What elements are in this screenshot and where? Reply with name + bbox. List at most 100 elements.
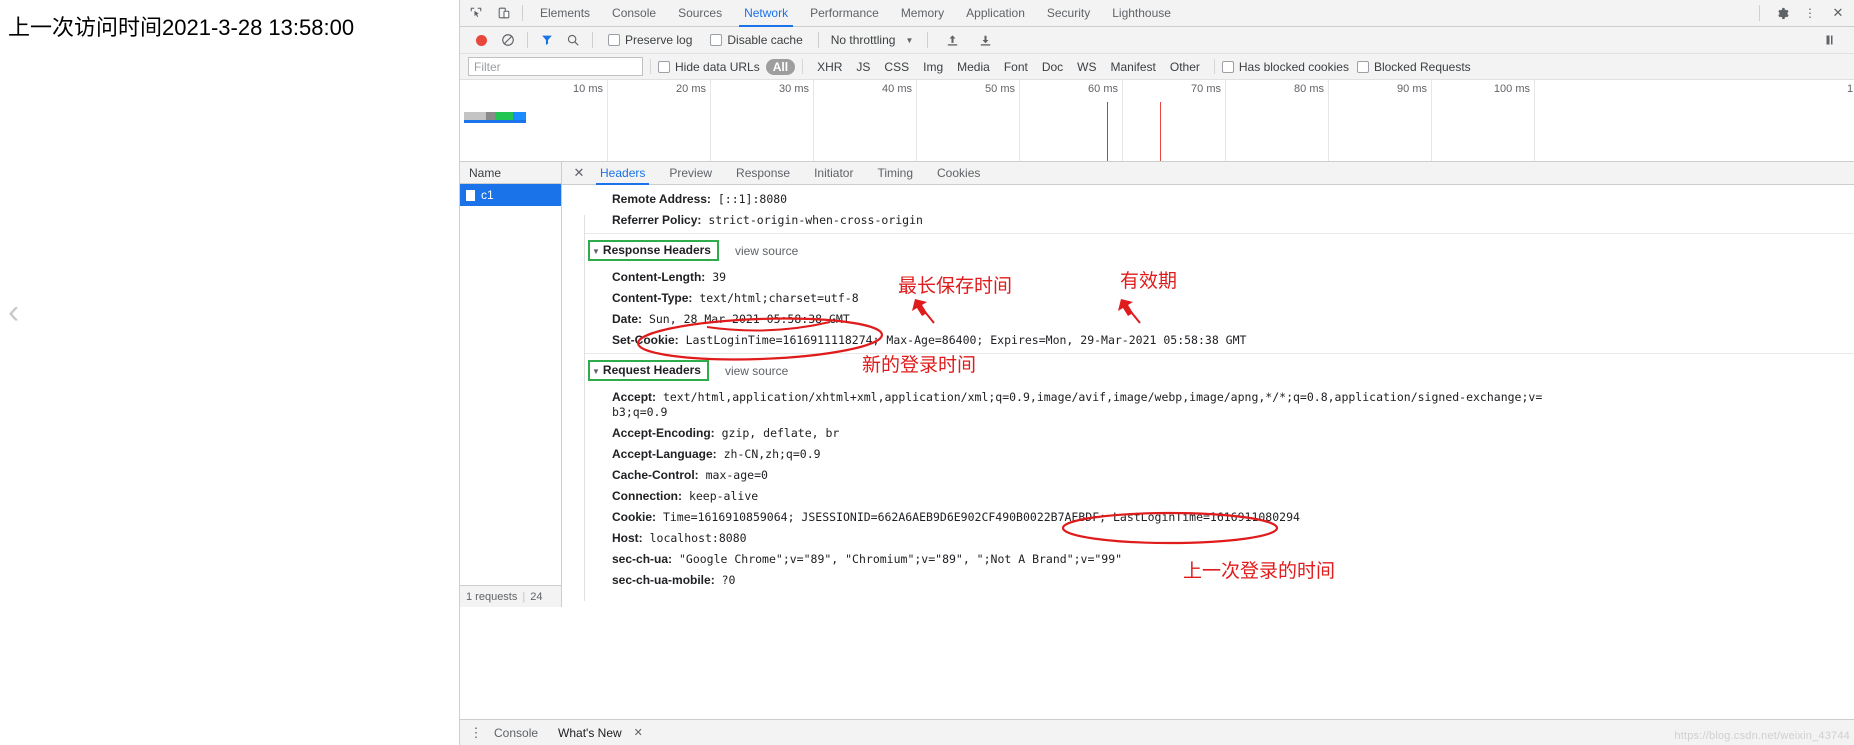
chevron-left-icon[interactable]: ‹ — [8, 292, 30, 332]
drawer-tab-whats-new[interactable]: What's New — [548, 726, 632, 740]
header-value: "Google Chrome";v="89", "Chromium";v="89… — [678, 552, 1123, 566]
header-row-accept-encoding: Accept-Encoding: gzip, deflate, br — [584, 423, 1854, 444]
section-label: Request Headers — [602, 363, 701, 377]
network-overview-timeline[interactable]: 10 ms 20 ms 30 ms 40 ms 50 ms 60 ms 70 m… — [460, 80, 1854, 162]
header-value: keep-alive — [688, 489, 759, 503]
header-row-accept-language: Accept-Language: zh-CN,zh;q=0.9 — [584, 444, 1854, 465]
disable-cache-checkbox[interactable]: Disable cache — [710, 33, 803, 47]
tab-elements[interactable]: Elements — [529, 0, 601, 27]
clear-icon[interactable] — [498, 30, 518, 50]
more-vertical-icon[interactable]: ⋮ — [468, 725, 484, 741]
timeline-tick-label: 30 ms — [779, 83, 809, 95]
upload-arrow-icon[interactable] — [942, 30, 962, 50]
tab-application[interactable]: Application — [955, 0, 1036, 27]
filter-type-all[interactable]: All — [765, 58, 796, 75]
header-key: sec-ch-ua-mobile: — [612, 573, 715, 587]
header-key: Accept-Language: — [612, 447, 717, 461]
timeline-tick-label: 1 — [1847, 83, 1854, 95]
filter-divider — [802, 59, 804, 74]
close-icon[interactable]: ✕ — [634, 726, 643, 739]
header-value: zh-CN,zh;q=0.9 — [723, 447, 821, 461]
request-headers-section-title[interactable]: ▼ Request Headers view source — [584, 353, 1854, 387]
filter-type-xhr[interactable]: XHR — [810, 59, 849, 75]
device-toolbar-icon[interactable] — [492, 1, 516, 25]
view-source-link[interactable]: view source — [735, 244, 798, 258]
filter-funnel-icon[interactable] — [537, 30, 557, 50]
record-dot-icon[interactable] — [476, 34, 487, 46]
headers-content[interactable]: Remote Address: [::1]:8080 Referrer Poli… — [562, 185, 1854, 607]
table-row[interactable]: c1 — [460, 184, 561, 206]
close-icon[interactable]: ✕ — [1826, 1, 1850, 25]
download-arrow-icon[interactable] — [975, 30, 995, 50]
tab-sources[interactable]: Sources — [667, 0, 733, 27]
tab-response[interactable]: Response — [724, 162, 802, 185]
hide-data-urls-label: Hide data URLs — [675, 59, 760, 74]
header-row-accept: Accept: text/html,application/xhtml+xml,… — [584, 387, 1544, 423]
header-value: strict-origin-when-cross-origin — [708, 213, 923, 227]
settings-icon[interactable] — [1821, 30, 1841, 50]
header-key: sec-ch-ua: — [612, 552, 673, 566]
toolbar-divider — [522, 5, 523, 21]
more-vertical-icon[interactable]: ⋮ — [1798, 1, 1822, 25]
network-toolbar: Preserve log Disable cache No throttling… — [460, 27, 1854, 54]
filter-type-css[interactable]: CSS — [877, 59, 916, 75]
header-value: text/html,application/xhtml+xml,applicat… — [612, 390, 1543, 419]
filter-type-font[interactable]: Font — [997, 59, 1035, 75]
tab-security[interactable]: Security — [1036, 0, 1101, 27]
filter-type-doc[interactable]: Doc — [1035, 59, 1070, 75]
header-value: text/html;charset=utf-8 — [699, 291, 859, 305]
tab-network[interactable]: Network — [733, 0, 799, 27]
preserve-log-checkbox[interactable]: Preserve log — [608, 33, 692, 47]
tab-headers[interactable]: Headers — [588, 162, 657, 185]
search-icon[interactable] — [563, 30, 583, 50]
requests-count: 1 requests — [466, 590, 518, 603]
has-blocked-cookies-label: Has blocked cookies — [1238, 59, 1349, 74]
toolbar-divider — [927, 32, 929, 48]
response-headers-section-title[interactable]: ▼ Response Headers view source — [584, 233, 1854, 267]
header-key: Date: — [612, 312, 643, 326]
inspect-element-icon[interactable] — [464, 1, 488, 25]
header-value: gzip, deflate, br — [721, 426, 840, 440]
tab-initiator[interactable]: Initiator — [802, 162, 865, 185]
header-key: Cache-Control: — [612, 468, 699, 482]
filter-type-img[interactable]: Img — [916, 59, 950, 75]
tab-preview[interactable]: Preview — [657, 162, 724, 185]
tab-console[interactable]: Console — [601, 0, 667, 27]
browser-page-area: 上一次访问时间2021-3-28 13:58:00 ‹ — [0, 0, 460, 745]
drawer-tab-console[interactable]: Console — [484, 726, 548, 740]
close-icon[interactable]: ✕ — [570, 165, 588, 181]
filter-type-other[interactable]: Other — [1163, 59, 1207, 75]
header-key: Host: — [612, 531, 643, 545]
gear-icon[interactable] — [1770, 1, 1794, 25]
header-row-date: Date: Sun, 28 Mar 2021 05:58:38 GMT — [584, 309, 1854, 330]
disable-cache-label: Disable cache — [727, 33, 803, 47]
request-list-pane: Name c1 1 requests | 24 — [460, 162, 562, 607]
request-list-column-name[interactable]: Name — [460, 162, 561, 184]
filter-type-js[interactable]: JS — [849, 59, 877, 75]
header-value: Time=1616910859064; JSESSIONID=662A6AEB9… — [662, 510, 1300, 524]
toolbar-divider — [1759, 5, 1760, 21]
checkbox-box — [1221, 60, 1234, 73]
filter-type-manifest[interactable]: Manifest — [1104, 59, 1163, 75]
tab-cookies[interactable]: Cookies — [925, 162, 992, 185]
filter-input[interactable]: Filter — [468, 57, 643, 76]
checkbox-box — [710, 34, 723, 46]
header-row-set-cookie: Set-Cookie: LastLoginTime=1616911118274;… — [584, 330, 1854, 351]
header-value: max-age=0 — [705, 468, 768, 482]
tab-performance[interactable]: Performance — [799, 0, 890, 27]
header-row-cookie: Cookie: Time=1616910859064; JSESSIONID=6… — [584, 507, 1854, 528]
devtools-tabstrip: Elements Console Sources Network Perform… — [460, 0, 1854, 27]
checkbox-box — [658, 60, 670, 73]
has-blocked-cookies-checkbox[interactable]: Has blocked cookies — [1221, 59, 1349, 74]
chevron-down-icon: ▼ — [905, 35, 914, 45]
header-value: [::1]:8080 — [717, 192, 788, 206]
filter-type-media[interactable]: Media — [950, 59, 997, 75]
throttling-select[interactable]: No throttling ▼ — [831, 33, 914, 47]
tab-timing[interactable]: Timing — [865, 162, 925, 185]
tab-lighthouse[interactable]: Lighthouse — [1101, 0, 1182, 27]
view-source-link[interactable]: view source — [725, 364, 788, 378]
blocked-requests-checkbox[interactable]: Blocked Requests — [1356, 60, 1471, 74]
filter-type-ws[interactable]: WS — [1070, 59, 1103, 75]
hide-data-urls-checkbox[interactable]: Hide data URLs — [658, 60, 760, 74]
tab-memory[interactable]: Memory — [890, 0, 955, 27]
